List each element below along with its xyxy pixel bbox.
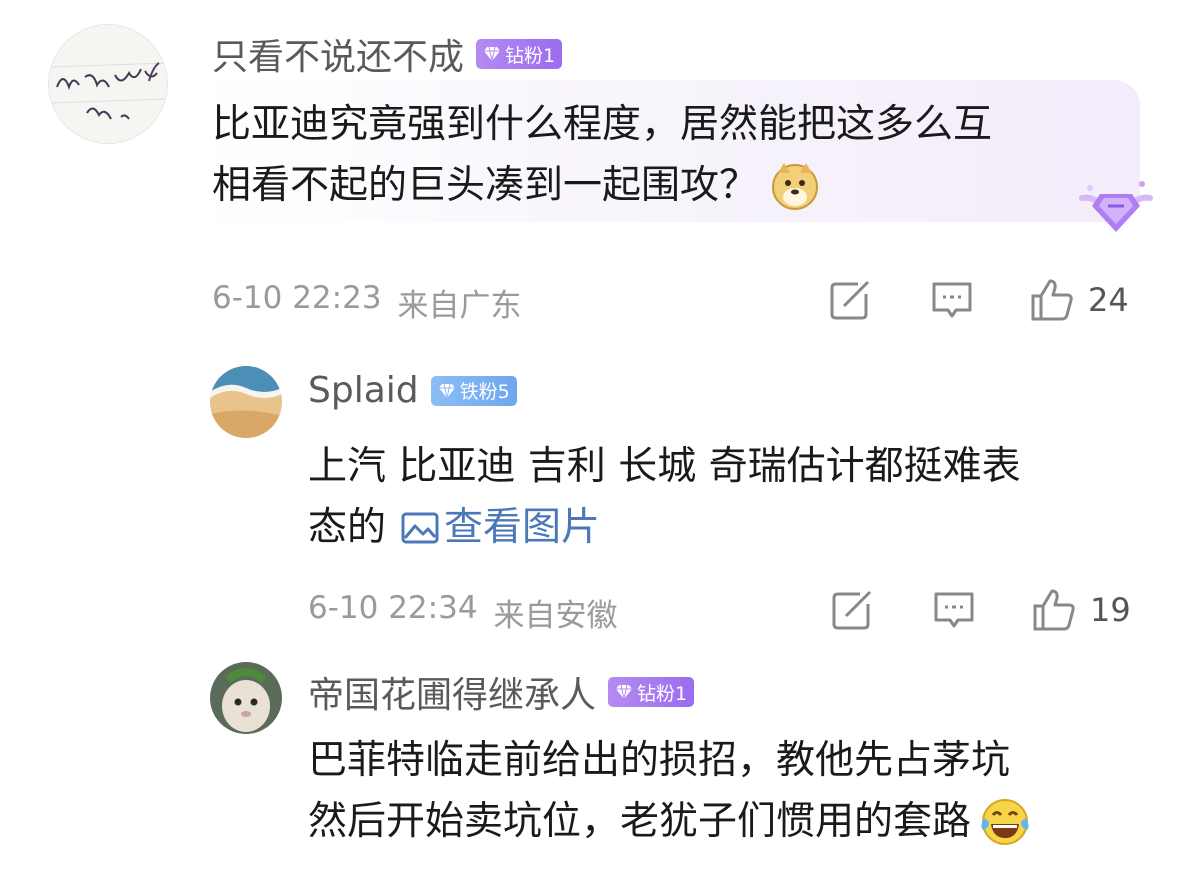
location: 来自安徽 [493, 598, 618, 634]
diamond-fan-decoration-icon [1079, 181, 1153, 232]
comment-text: 巴菲特临走前给出的损招，教他先占茅坑 然后开始卖坑位，老犹子们惯用的套路 [308, 730, 1031, 852]
comment-line: 巴菲特临走前给出的损招，教他先占茅坑 [308, 738, 1011, 783]
timestamp: 6-10 22:34 [308, 590, 478, 626]
username[interactable]: Splaid [308, 370, 419, 411]
comment-line: 上汽 比亚迪 吉利 长城 奇瑞估计都挺难表 [308, 444, 1021, 489]
diamond-icon [438, 383, 455, 398]
comment-text: 比亚迪究竟强到什么程度，居然能把这多么互 相看不起的巨头凑到一起围攻？ [212, 94, 992, 216]
creature-avatar-image [210, 662, 282, 734]
repost-icon[interactable] [830, 588, 874, 632]
thumbs-up-icon [1031, 279, 1073, 321]
username[interactable]: 帝国花圃得继承人 [308, 666, 596, 718]
image-icon [401, 512, 439, 543]
comment-text: 上汽 比亚迪 吉利 长城 奇瑞估计都挺难表 态的 查看图片 [308, 436, 1021, 558]
comment-line: 态的 [308, 505, 387, 550]
like-count: 24 [1088, 281, 1129, 319]
fan-badge[interactable]: 铁粉5 [430, 375, 517, 406]
comment-icon[interactable] [930, 278, 974, 322]
beach-avatar-image [210, 366, 282, 438]
handwriting-avatar-image [49, 25, 167, 143]
comment-icon[interactable] [932, 588, 976, 632]
repost-icon[interactable] [828, 278, 872, 322]
fan-badge[interactable]: 钻粉1 [608, 677, 695, 707]
avatar[interactable] [210, 662, 282, 734]
fan-badge[interactable]: 钻粉1 [476, 39, 563, 69]
like-button[interactable]: 19 [1032, 588, 1131, 632]
username[interactable]: 只看不说还不成 [212, 28, 464, 80]
avatar[interactable] [48, 24, 168, 144]
doge-emoji [772, 162, 819, 210]
timestamp: 6-10 22:23 [212, 280, 382, 316]
like-count: 19 [1090, 591, 1131, 629]
avatar[interactable] [210, 366, 282, 438]
view-image-link[interactable]: 查看图片 [400, 497, 600, 558]
thumbs-up-icon [1033, 589, 1075, 631]
location: 来自广东 [397, 288, 522, 324]
laughing-tears-emoji [981, 798, 1029, 845]
comment-line: 比亚迪究竟强到什么程度，居然能把这多么互 [212, 102, 993, 147]
diamond-icon [616, 684, 633, 700]
diamond-icon [484, 46, 501, 62]
comment-line: 相看不起的巨头凑到一起围攻？ [212, 163, 759, 208]
comment-line: 然后开始卖坑位，老犹子们惯用的套路 [308, 799, 972, 844]
like-button[interactable]: 24 [1030, 278, 1129, 322]
